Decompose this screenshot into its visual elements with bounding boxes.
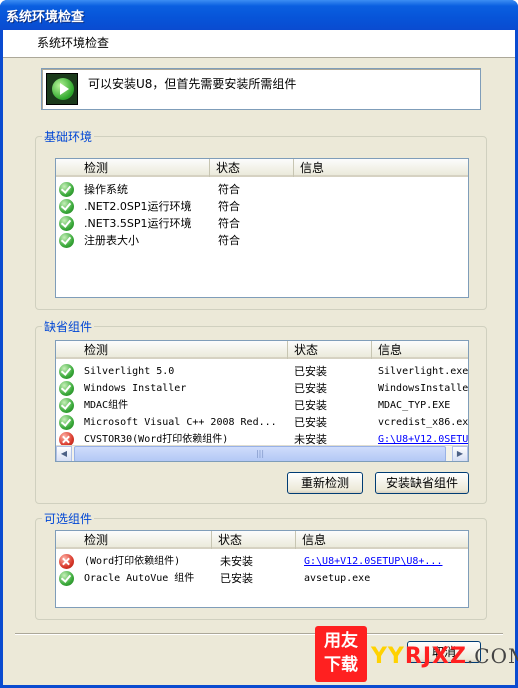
cell-status: 符合 — [218, 217, 240, 230]
dialog-client: 系统环境检查 可以安装U8，但首先需要安装所需组件 基础环境 检测 状态 信息 … — [3, 30, 518, 685]
cell-name: MDAC组件 — [84, 400, 129, 411]
cell-status: 已安装 — [294, 365, 327, 378]
table-row[interactable]: (Word打印依赖组件) 未安装 G:\U8+V12.0SETUP\U8+... — [56, 553, 468, 570]
optional-components-list[interactable]: 检测 状态 信息 (Word打印依赖组件) 未安装 G:\U8+V12.0SETUP… — [55, 530, 469, 608]
table-row[interactable]: Oracle AutoVue 组件 已安装 avsetup.exe — [56, 570, 468, 587]
check-circle-icon — [59, 233, 74, 248]
check-circle-icon — [59, 381, 74, 396]
watermark-site-dot: .COM — [466, 644, 518, 668]
column-check[interactable]: 检测 — [56, 341, 288, 359]
cell-status: 已安装 — [294, 382, 327, 395]
cell-status: 已安装 — [294, 399, 327, 412]
cell-status: 已安装 — [294, 416, 327, 429]
missing-components-legend: 缺省组件 — [44, 320, 93, 334]
cell-status: 未安装 — [220, 555, 253, 568]
title-bar[interactable]: 系统环境检查 — [0, 0, 518, 30]
cell-info[interactable]: G:\U8+V12.0SETUP\U8+... — [304, 553, 468, 570]
check-circle-icon — [59, 216, 74, 231]
error-circle-icon — [59, 554, 74, 569]
cell-name: 操作系统 — [84, 183, 128, 196]
list-header: 检测 状态 信息 — [56, 159, 468, 177]
cell-name: Windows Installer — [84, 383, 187, 394]
horizontal-scrollbar[interactable]: ◀ ||| ▶ — [56, 445, 468, 461]
window-title: 系统环境检查 — [6, 10, 85, 25]
watermark-site-r: RJXZ — [404, 644, 467, 669]
scroll-right-icon[interactable]: ▶ — [452, 446, 468, 461]
page-title: 系统环境检查 — [37, 36, 110, 50]
column-check[interactable]: 检测 — [56, 159, 210, 177]
column-status[interactable]: 状态 — [288, 341, 372, 359]
watermark-logo-line2: 下载 — [324, 655, 358, 675]
table-row[interactable]: MDAC组件 已安装 MDAC_TYP.EXE — [56, 397, 468, 414]
column-status[interactable]: 状态 — [210, 159, 294, 177]
cell-status: 已安装 — [220, 572, 253, 585]
column-status[interactable]: 状态 — [212, 531, 296, 549]
cell-status: 符合 — [218, 183, 240, 196]
header-band: 系统环境检查 — [3, 30, 515, 58]
check-circle-icon — [59, 182, 74, 197]
table-row[interactable]: .NET3.5SP1运行环境 符合 — [56, 215, 468, 232]
status-message-box: 可以安装U8，但首先需要安装所需组件 — [41, 68, 481, 110]
cell-status: 符合 — [218, 200, 240, 213]
cell-name: Oracle AutoVue 组件 — [84, 573, 195, 584]
dialog-window: 系统环境检查 系统环境检查 可以安装U8，但首先需要安装所需组件 基础环境 检测… — [0, 0, 518, 688]
table-row[interactable]: .NET2.0SP1运行环境 符合 — [56, 198, 468, 215]
recheck-button[interactable]: 重新检测 — [287, 472, 363, 494]
basic-environment-legend: 基础环境 — [44, 130, 93, 144]
cell-info: MDAC_TYP.EXE — [378, 400, 451, 411]
table-row[interactable]: 操作系统 符合 — [56, 181, 468, 198]
watermark-logo-line1: 用友 — [324, 631, 358, 651]
basic-environment-list[interactable]: 检测 状态 信息 操作系统 符合 .NET2.0SP1运行环境 符合 .NET3.5SP… — [55, 158, 469, 298]
table-row[interactable]: Silverlight 5.0 已安装 Silverlight.exe — [56, 363, 468, 380]
cell-info: WindowsInstaller — [378, 383, 469, 394]
cell-name: (Word打印依赖组件) — [84, 556, 181, 567]
list-header: 检测 状态 信息 — [56, 341, 468, 359]
cell-status: 符合 — [218, 234, 240, 247]
watermark-logo: 用友 下载 — [315, 626, 367, 682]
cell-info — [302, 181, 466, 198]
watermark-site: YYRJXZ.COM — [371, 644, 518, 669]
cell-name: Silverlight 5.0 — [84, 366, 175, 377]
cell-info: Silverlight.exe — [378, 366, 469, 377]
column-info[interactable]: 信息 — [372, 341, 468, 359]
column-check[interactable]: 检测 — [56, 531, 212, 549]
watermark-site-y: YY — [371, 644, 405, 669]
play-icon — [46, 73, 78, 105]
check-circle-icon — [59, 364, 74, 379]
table-row[interactable]: 注册表大小 符合 — [56, 232, 468, 249]
site-watermark: 用友 下载 YYRJXZ.COM — [315, 626, 518, 682]
scroll-thumb[interactable]: ||| — [74, 446, 446, 461]
missing-components-list[interactable]: 检测 状态 信息 Silverlight 5.0 已安装 Silverlight.e… — [55, 340, 469, 462]
check-circle-icon — [59, 415, 74, 430]
optional-components-legend: 可选组件 — [44, 512, 93, 526]
status-message: 可以安装U8，但首先需要安装所需组件 — [88, 77, 297, 91]
cell-info — [302, 232, 466, 249]
table-row[interactable]: Microsoft Visual C++ 2008 Red... 已安装 vcred… — [56, 414, 468, 431]
cell-info: avsetup.exe — [304, 573, 371, 584]
cell-info — [302, 198, 466, 215]
check-circle-icon — [59, 398, 74, 413]
cell-info — [302, 215, 466, 232]
cell-name: .NET2.0SP1运行环境 — [84, 200, 192, 213]
check-circle-icon — [59, 199, 74, 214]
cell-info: vcredist_x86.exe — [378, 417, 469, 428]
cell-name: 注册表大小 — [84, 234, 139, 247]
cell-name: .NET3.5SP1运行环境 — [84, 217, 192, 230]
scroll-left-icon[interactable]: ◀ — [56, 446, 72, 461]
install-missing-button[interactable]: 安装缺省组件 — [375, 472, 469, 494]
check-circle-icon — [59, 571, 74, 586]
table-row[interactable]: Windows Installer 已安装 WindowsInstaller — [56, 380, 468, 397]
list-header: 检测 状态 信息 — [56, 531, 468, 549]
column-info[interactable]: 信息 — [294, 159, 468, 177]
cell-name: Microsoft Visual C++ 2008 Red... — [84, 417, 277, 428]
column-info[interactable]: 信息 — [296, 531, 468, 549]
